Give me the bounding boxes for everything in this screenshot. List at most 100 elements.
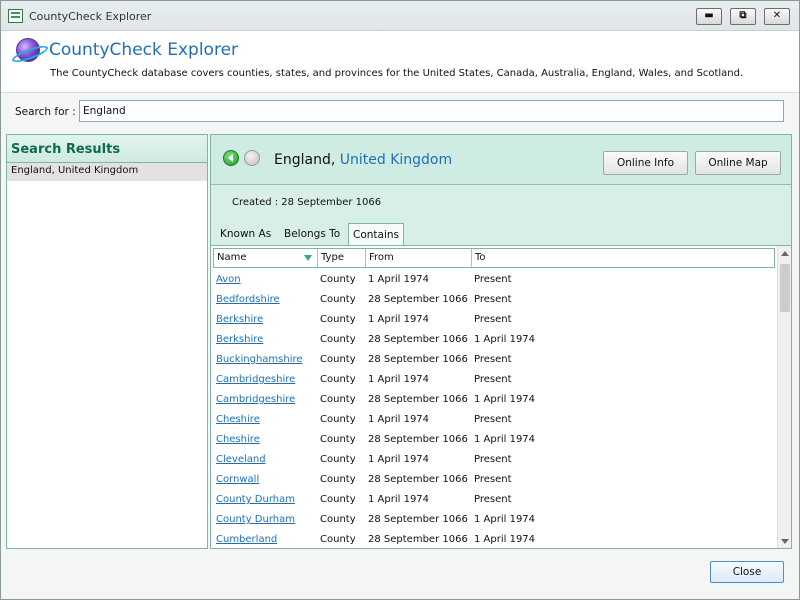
- table-row[interactable]: Buckinghamshire County 28 September 1066 Pr…: [213, 350, 775, 370]
- cell-name[interactable]: Cumberland: [213, 530, 317, 548]
- cell-from: 1 April 1974: [368, 314, 430, 325]
- cell-to: 1 April 1974: [474, 334, 536, 345]
- cell-from: 1 April 1974: [368, 454, 430, 465]
- window-title: CountyCheck Explorer: [29, 10, 152, 23]
- cell-from: 28 September 1066: [368, 354, 468, 365]
- cell-name[interactable]: Cheshire: [213, 430, 317, 450]
- tab-contains[interactable]: Contains: [348, 223, 405, 246]
- cell-type: County: [320, 354, 356, 365]
- table-row[interactable]: Cumberland County 28 September 1066 1 April…: [213, 530, 775, 548]
- column-header-type[interactable]: Type: [318, 249, 366, 267]
- table-row[interactable]: Avon County 1 April 1974 Present: [213, 270, 775, 290]
- back-arrow-icon[interactable]: [223, 150, 239, 166]
- table-row[interactable]: Cheshire County 1 April 1974 Present: [213, 410, 775, 430]
- table-row[interactable]: Cheshire County 28 September 1066 1 April 1…: [213, 430, 775, 450]
- cell-to: Present: [474, 314, 512, 325]
- restore-button[interactable]: ⧉: [730, 8, 756, 25]
- cell-from: 28 September 1066: [368, 394, 468, 405]
- tab-belongs-to[interactable]: Belongs To: [284, 228, 340, 240]
- cell-name[interactable]: Cheshire: [213, 410, 317, 430]
- cell-from: 1 April 1974: [368, 494, 430, 505]
- cell-name[interactable]: Buckinghamshire: [213, 350, 317, 370]
- scroll-up-arrow-icon[interactable]: [781, 251, 789, 256]
- detail-header: England, United Kingdom Online Info Onli…: [211, 135, 791, 185]
- cell-name[interactable]: Berkshire: [213, 330, 317, 350]
- cell-type: County: [320, 374, 356, 385]
- header-description: The CountyCheck database covers counties…: [50, 68, 744, 79]
- cell-name[interactable]: Cornwall: [213, 470, 317, 490]
- cell-to: 1 April 1974: [474, 394, 536, 405]
- minimize-button[interactable]: ▬: [696, 8, 722, 25]
- cell-type: County: [320, 434, 356, 445]
- table-row[interactable]: County Durham County 28 September 1066 1 Ap…: [213, 510, 775, 530]
- scroll-thumb[interactable]: [780, 264, 790, 312]
- cell-to: Present: [474, 354, 512, 365]
- table-row[interactable]: Cambridgeshire County 28 September 1066 1 A…: [213, 390, 775, 410]
- created-date: Created : 28 September 1066: [232, 197, 382, 208]
- tab-known-as[interactable]: Known As: [220, 228, 271, 240]
- cell-type: County: [320, 474, 356, 485]
- cell-type: County: [320, 414, 356, 425]
- contains-grid: Name Type From To Avon County 1 April 1974…: [211, 245, 791, 548]
- search-label: Search for :: [15, 106, 76, 118]
- cell-type: County: [320, 454, 356, 465]
- grid-scrollbar[interactable]: [777, 246, 791, 548]
- title-bar[interactable]: CountyCheck Explorer ▬ ⧉ ✕: [1, 1, 799, 31]
- detail-panel: England, United Kingdom Online Info Onli…: [210, 134, 792, 549]
- online-info-button[interactable]: Online Info: [603, 151, 688, 175]
- cell-to: Present: [474, 274, 512, 285]
- online-map-button[interactable]: Online Map: [695, 151, 781, 175]
- app-window: CountyCheck Explorer ▬ ⧉ ✕ CountyCheck E…: [0, 0, 800, 600]
- cell-type: County: [320, 514, 356, 525]
- close-button[interactable]: Close: [710, 561, 784, 583]
- cell-from: 28 September 1066: [368, 334, 468, 345]
- column-header-from[interactable]: From: [366, 249, 472, 267]
- result-item[interactable]: England, United Kingdom: [7, 163, 207, 181]
- close-window-button[interactable]: ✕: [764, 8, 790, 25]
- globe-icon: [16, 38, 40, 62]
- cell-name[interactable]: County Durham: [213, 490, 317, 510]
- cell-from: 1 April 1974: [368, 274, 430, 285]
- scroll-down-arrow-icon[interactable]: [781, 539, 789, 544]
- table-row[interactable]: County Durham County 1 April 1974 Present: [213, 490, 775, 510]
- place-title: England, United Kingdom: [274, 152, 452, 168]
- table-row[interactable]: Cleveland County 1 April 1974 Present: [213, 450, 775, 470]
- table-row[interactable]: Cambridgeshire County 1 April 1974 Present: [213, 370, 775, 390]
- cell-to: Present: [474, 294, 512, 305]
- cell-from: 28 September 1066: [368, 514, 468, 525]
- cell-name[interactable]: Cambridgeshire: [213, 390, 317, 410]
- cell-to: Present: [474, 494, 512, 505]
- cell-from: 1 April 1974: [368, 374, 430, 385]
- place-parent-link[interactable]: United Kingdom: [340, 152, 452, 168]
- cell-type: County: [320, 294, 356, 305]
- cell-from: 28 September 1066: [368, 474, 468, 485]
- cell-from: 28 September 1066: [368, 534, 468, 545]
- cell-name[interactable]: Berkshire: [213, 310, 317, 330]
- forward-arrow-icon[interactable]: [244, 150, 260, 166]
- cell-name[interactable]: Cleveland: [213, 450, 317, 470]
- column-header-to[interactable]: To: [472, 249, 774, 267]
- table-row[interactable]: Bedfordshire County 28 September 1066 Prese…: [213, 290, 775, 310]
- cell-type: County: [320, 334, 356, 345]
- cell-to: 1 April 1974: [474, 514, 536, 525]
- search-results-title: Search Results: [7, 135, 207, 163]
- table-row[interactable]: Cornwall County 28 September 1066 Present: [213, 470, 775, 490]
- app-icon: [8, 9, 23, 23]
- cell-to: 1 April 1974: [474, 434, 536, 445]
- cell-type: County: [320, 494, 356, 505]
- search-input[interactable]: [79, 100, 784, 122]
- table-row[interactable]: Berkshire County 1 April 1974 Present: [213, 310, 775, 330]
- cell-type: County: [320, 314, 356, 325]
- cell-name[interactable]: Avon: [213, 270, 317, 290]
- column-header-name[interactable]: Name: [214, 249, 318, 267]
- app-header: CountyCheck Explorer The CountyCheck dat…: [1, 31, 799, 93]
- cell-name[interactable]: County Durham: [213, 510, 317, 530]
- cell-type: County: [320, 394, 356, 405]
- cell-from: 28 September 1066: [368, 294, 468, 305]
- cell-name[interactable]: Cambridgeshire: [213, 370, 317, 390]
- table-row[interactable]: Berkshire County 28 September 1066 1 April …: [213, 330, 775, 350]
- place-name: England,: [274, 152, 336, 168]
- cell-name[interactable]: Bedfordshire: [213, 290, 317, 310]
- cell-from: 28 September 1066: [368, 434, 468, 445]
- header-title: CountyCheck Explorer: [49, 40, 239, 60]
